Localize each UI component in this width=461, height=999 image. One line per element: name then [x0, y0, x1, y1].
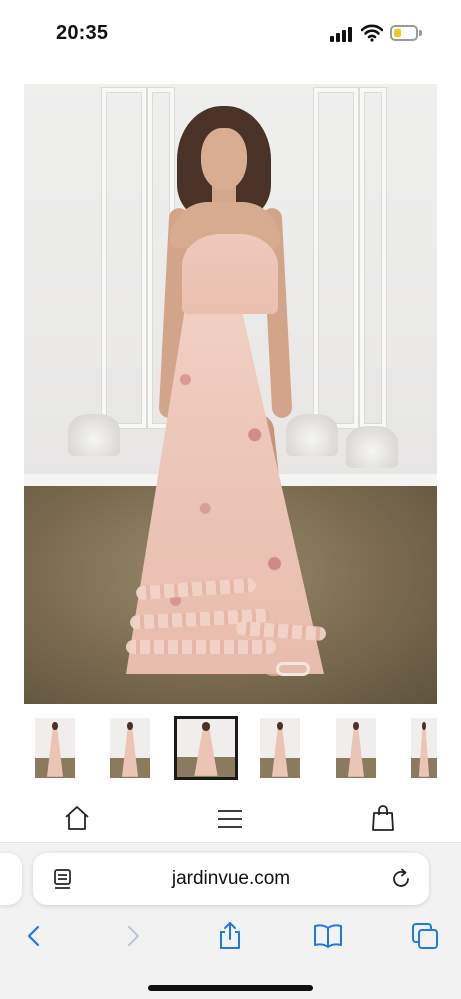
- menu-icon: [218, 810, 242, 828]
- menu-button[interactable]: [214, 802, 246, 834]
- tabs-button[interactable]: [408, 919, 442, 953]
- model-face: [201, 128, 247, 190]
- bookmarks-icon: [314, 924, 342, 948]
- status-bar: 20:35: [0, 0, 461, 66]
- wall-panel-far-right: [360, 88, 386, 428]
- browser-chrome: jardinvue.com: [0, 842, 461, 999]
- thumbnail-2[interactable]: [110, 718, 150, 778]
- wall-panel-left: [102, 88, 146, 428]
- page-format-icon[interactable]: [51, 867, 75, 891]
- wall-ornament-left: [68, 414, 120, 456]
- cart-button[interactable]: [367, 802, 399, 834]
- browser-toolbar: [0, 915, 461, 959]
- dress-bodice: [182, 234, 278, 314]
- address-bar[interactable]: jardinvue.com: [33, 853, 429, 905]
- wifi-icon: [360, 24, 384, 42]
- thumbnail-5[interactable]: [336, 718, 376, 778]
- thumbnail-1[interactable]: [35, 718, 75, 778]
- cellular-signal-icon: [330, 26, 354, 42]
- back-button[interactable]: [17, 919, 51, 953]
- back-icon: [27, 925, 40, 947]
- tabs-icon: [412, 923, 438, 949]
- wall-panel-right: [314, 88, 358, 428]
- wall-ornament-right: [346, 426, 398, 468]
- previous-tab-preview[interactable]: [0, 853, 22, 905]
- share-icon: [220, 922, 240, 949]
- thumbnail-6[interactable]: [411, 718, 437, 778]
- shopping-bag-icon: [372, 805, 394, 831]
- dress-ruffle: [126, 640, 276, 654]
- bookmarks-button[interactable]: [311, 919, 345, 953]
- thumbnail-strip: [0, 712, 461, 784]
- forward-button[interactable]: [116, 919, 150, 953]
- site-nav: [0, 796, 461, 842]
- thumbnail-4[interactable]: [260, 718, 300, 778]
- share-button[interactable]: [213, 919, 247, 953]
- battery-cap: [419, 30, 422, 36]
- wall-ornament-center: [286, 414, 338, 456]
- battery-icon: [390, 25, 418, 41]
- model-shoe: [276, 662, 310, 676]
- url-text[interactable]: jardinvue.com: [33, 853, 429, 905]
- home-icon: [65, 806, 89, 830]
- reload-icon[interactable]: [389, 867, 413, 891]
- home-button[interactable]: [61, 802, 93, 834]
- home-indicator[interactable]: [148, 985, 313, 991]
- status-time: 20:35: [56, 22, 109, 44]
- battery-level: [394, 29, 401, 37]
- product-main-image[interactable]: [24, 84, 437, 704]
- thumbnail-3-selected[interactable]: [174, 716, 238, 780]
- forward-icon: [127, 925, 140, 947]
